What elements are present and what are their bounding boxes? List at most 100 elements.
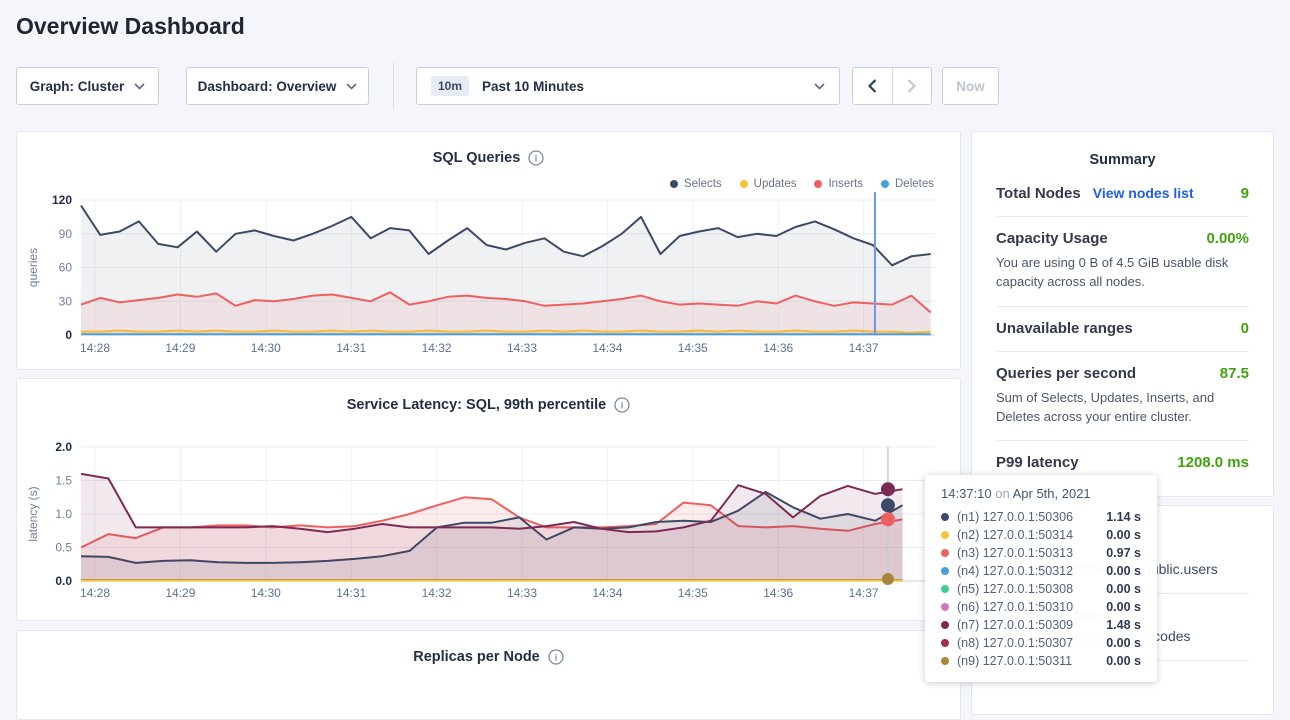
svg-text:14:32: 14:32 <box>422 586 452 600</box>
svg-text:latency (s): latency (s) <box>26 486 40 541</box>
summary-card: Summary Total Nodes View nodes list 9 Ca… <box>971 131 1274 497</box>
svg-text:14:30: 14:30 <box>251 586 281 600</box>
service-latency-title: Service Latency: SQL, 99th percentile <box>347 397 607 413</box>
svg-text:0.0: 0.0 <box>55 574 72 588</box>
node-color-dot <box>941 621 949 629</box>
unavailable-ranges-value: 0 <box>1241 320 1249 337</box>
svg-text:120: 120 <box>52 193 72 207</box>
legend-dot <box>881 180 889 188</box>
svg-text:14:37: 14:37 <box>849 341 879 355</box>
summary-heading: Summary <box>972 132 1273 172</box>
svg-text:1.5: 1.5 <box>55 474 72 488</box>
svg-text:queries: queries <box>26 248 40 287</box>
legend-item-deletes[interactable]: Deletes <box>881 178 934 190</box>
svg-text:2.0: 2.0 <box>55 440 72 454</box>
tooltip-timestamp: 14:37:10 on Apr 5th, 2021 <box>941 486 1141 501</box>
summary-row-qps: Queries per second 87.5 Sum of Selects, … <box>996 352 1249 442</box>
sql-queries-title: SQL Queries <box>433 150 521 166</box>
node-color-dot <box>941 567 949 575</box>
graph-dropdown[interactable]: Graph: Cluster <box>16 67 159 105</box>
tooltip-row: (n4) 127.0.0.1:503120.00 s <box>941 562 1141 580</box>
svg-text:0: 0 <box>65 328 72 342</box>
svg-text:14:35: 14:35 <box>678 341 708 355</box>
svg-text:90: 90 <box>59 227 73 241</box>
chevron-down-icon <box>814 83 825 90</box>
svg-text:0.5: 0.5 <box>55 541 72 555</box>
summary-row-unavailable: Unavailable ranges 0 <box>996 307 1249 352</box>
tooltip-row: (n3) 127.0.0.1:503130.97 s <box>941 544 1141 562</box>
svg-text:14:36: 14:36 <box>763 341 793 355</box>
svg-text:14:31: 14:31 <box>336 341 366 355</box>
tooltip-node-list: (n1) 127.0.0.1:503061.14 s(n2) 127.0.0.1… <box>941 508 1141 670</box>
sql-chart-legend: Selects Updates Inserts Deletes <box>670 178 934 190</box>
chevron-left-icon <box>868 79 877 93</box>
info-icon[interactable]: i <box>548 649 564 665</box>
legend-item-selects[interactable]: Selects <box>670 178 722 190</box>
svg-text:i: i <box>535 154 538 164</box>
chevron-down-icon <box>346 83 357 90</box>
svg-text:i: i <box>621 401 624 411</box>
service-latency-chart[interactable]: 14:2814:2914:3014:3114:3214:3314:3414:35… <box>17 435 962 610</box>
qps-value: 87.5 <box>1220 365 1249 382</box>
node-color-dot <box>941 549 949 557</box>
tooltip-row: (n2) 127.0.0.1:503140.00 s <box>941 526 1141 544</box>
tooltip-row: (n1) 127.0.0.1:503061.14 s <box>941 508 1141 526</box>
replicas-per-node-panel: Replicas per Node i <box>16 630 961 720</box>
p99-latency-label: P99 latency <box>996 454 1079 471</box>
tooltip-row: (n6) 127.0.0.1:503100.00 s <box>941 598 1141 616</box>
svg-text:14:31: 14:31 <box>336 586 366 600</box>
total-nodes-label: Total Nodes <box>996 185 1081 202</box>
sql-queries-chart[interactable]: 14:2814:2914:3014:3114:3214:3314:3414:35… <box>17 192 962 367</box>
replicas-title: Replicas per Node <box>413 649 540 665</box>
info-icon[interactable]: i <box>528 150 544 166</box>
legend-item-updates[interactable]: Updates <box>740 178 797 190</box>
svg-text:14:37: 14:37 <box>849 586 879 600</box>
time-range-badge: 10m <box>431 76 469 96</box>
dashboard-dropdown[interactable]: Dashboard: Overview <box>186 67 369 105</box>
service-latency-panel: Service Latency: SQL, 99th percentile i … <box>16 378 961 621</box>
legend-dot <box>670 180 678 188</box>
unavailable-ranges-label: Unavailable ranges <box>996 320 1133 337</box>
svg-text:14:33: 14:33 <box>507 586 537 600</box>
node-color-dot <box>941 603 949 611</box>
capacity-desc: You are using 0 B of 4.5 GiB usable disk… <box>996 254 1249 292</box>
total-nodes-value: 9 <box>1241 185 1249 202</box>
info-icon[interactable]: i <box>614 397 630 413</box>
tooltip-row: (n8) 127.0.0.1:503070.00 s <box>941 634 1141 652</box>
svg-text:60: 60 <box>59 261 73 275</box>
svg-text:14:32: 14:32 <box>422 341 452 355</box>
svg-text:14:33: 14:33 <box>507 341 537 355</box>
legend-item-inserts[interactable]: Inserts <box>814 178 863 190</box>
node-color-dot <box>941 513 949 521</box>
time-nav-group <box>852 67 932 105</box>
svg-text:14:36: 14:36 <box>763 586 793 600</box>
capacity-value: 0.00% <box>1206 230 1249 247</box>
chevron-right-icon <box>907 79 916 93</box>
svg-text:14:34: 14:34 <box>592 586 622 600</box>
svg-text:14:30: 14:30 <box>251 341 281 355</box>
node-color-dot <box>941 531 949 539</box>
graph-dropdown-label: Graph: Cluster <box>30 79 125 94</box>
node-color-dot <box>941 585 949 593</box>
time-range-label: Past 10 Minutes <box>482 79 584 94</box>
svg-text:14:34: 14:34 <box>592 341 622 355</box>
svg-text:14:29: 14:29 <box>165 341 195 355</box>
qps-label: Queries per second <box>996 365 1136 382</box>
svg-text:1.0: 1.0 <box>55 507 72 521</box>
node-color-dot <box>941 639 949 647</box>
time-prev-button[interactable] <box>853 68 892 104</box>
time-next-button[interactable] <box>892 68 931 104</box>
time-range-picker[interactable]: 10m Past 10 Minutes <box>416 67 840 105</box>
sql-queries-panel: SQL Queries i Selects Updates Inserts Delet… <box>16 131 961 370</box>
tooltip-row: (n9) 127.0.0.1:503110.00 s <box>941 652 1141 670</box>
chevron-down-icon <box>134 83 145 90</box>
tooltip-row: (n5) 127.0.0.1:503080.00 s <box>941 580 1141 598</box>
svg-text:30: 30 <box>59 294 73 308</box>
p99-latency-value: 1208.0 ms <box>1177 454 1249 471</box>
view-nodes-list-link[interactable]: View nodes list <box>1093 185 1194 201</box>
legend-dot <box>814 180 822 188</box>
svg-text:14:28: 14:28 <box>80 586 110 600</box>
now-button[interactable]: Now <box>942 67 999 105</box>
toolbar-divider <box>393 62 394 110</box>
node-color-dot <box>941 657 949 665</box>
